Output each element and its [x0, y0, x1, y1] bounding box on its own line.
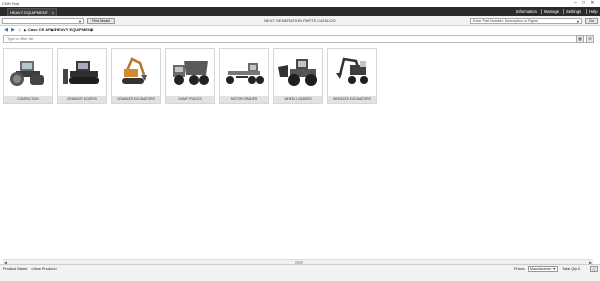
- menu-settings[interactable]: Settings: [566, 7, 581, 16]
- menu-help[interactable]: Help: [589, 7, 598, 16]
- crawler-dozer-icon: [63, 61, 99, 84]
- menu-manage[interactable]: Manage: [544, 7, 559, 16]
- filter-placeholder: Type to filter list: [7, 37, 34, 41]
- category-card-crawler-excavators[interactable]: CRAWLER EXCAVATORS: [111, 48, 161, 104]
- menu-information[interactable]: Information: [516, 7, 537, 16]
- back-icon[interactable]: ◀: [3, 27, 9, 33]
- search-go-button[interactable]: Go: [585, 18, 598, 24]
- category-label: MOTOR GRADER: [220, 96, 268, 103]
- maximize-icon[interactable]: □: [580, 0, 587, 7]
- roller-compactor-icon: [10, 61, 44, 86]
- breadcrumb-item-heavy-equipment[interactable]: HEAVY EQUIPMENT: [55, 26, 93, 34]
- minimize-icon[interactable]: –: [572, 0, 579, 7]
- category-label: WHEELED EXCAVATORS: [328, 96, 376, 103]
- category-card-wheel-loaders[interactable]: WHEEL LOADERS: [273, 48, 323, 104]
- close-window-icon[interactable]: ✕: [589, 0, 596, 7]
- home-icon[interactable]: ⌂: [17, 27, 23, 33]
- breadcrumb: ◀ ▶ ⌂ ▶ Case CE APAC ▶ HEAVY EQUIPMENT ▶: [0, 26, 600, 34]
- category-label: WHEEL LOADERS: [274, 96, 322, 103]
- category-gallery: COMPACTION CRAWLER DOZERS CRAWLER EXCAVA…: [3, 48, 593, 108]
- filter-input[interactable]: Type to filter list: [3, 35, 590, 43]
- prices-select-value: Manufacturer: [530, 267, 552, 271]
- motor-grader-icon: [226, 63, 264, 84]
- wheel-loader-icon: [278, 59, 317, 86]
- tab-label: HEAVY EQUIPMENT: [10, 10, 49, 15]
- search-placeholder: Enter Part Number, Description or Figure: [473, 19, 539, 23]
- part-search-input[interactable]: Enter Part Number, Description or Figure…: [470, 18, 582, 24]
- chevron-down-icon: ▼: [576, 19, 580, 24]
- prices-select[interactable]: Manufacturer ▼: [528, 266, 558, 272]
- category-card-motor-grader[interactable]: MOTOR GRADER: [219, 48, 269, 104]
- product-name-label: Product Name: [3, 267, 28, 271]
- category-label: CRAWLER EXCAVATORS: [112, 96, 160, 103]
- list-view-button[interactable]: ☰: [586, 35, 594, 43]
- window-titlebar: CNH Hub – □ ✕: [0, 0, 600, 7]
- menu-divider: [563, 9, 564, 14]
- model-select[interactable]: ▼: [2, 18, 84, 24]
- breadcrumb-separator-icon: ▶: [24, 28, 27, 32]
- dump-truck-icon: [173, 61, 209, 85]
- find-model-button[interactable]: Find Model: [87, 18, 115, 24]
- status-bar: Product Name <New Product> Prices Manufa…: [0, 264, 600, 273]
- main-toolbar: ▼ Find Model NEXT GENERATION PARTS CATAL…: [0, 16, 600, 26]
- grid-view-button[interactable]: ▦: [576, 35, 584, 43]
- menu-divider: [586, 9, 587, 14]
- breadcrumb-separator-icon: ▶: [91, 28, 94, 32]
- chevron-down-icon: ▼: [78, 19, 82, 24]
- chevron-down-icon: ▼: [552, 267, 556, 271]
- tab-close-icon[interactable]: x: [52, 9, 54, 16]
- wheeled-excavator-icon: [336, 57, 368, 84]
- breadcrumb-separator-icon: ▶: [51, 28, 54, 32]
- top-menu-bar: HEAVY EQUIPMENT x Information Manage Set…: [0, 7, 600, 16]
- forward-icon[interactable]: ▶: [10, 27, 16, 33]
- category-card-crawler-dozers[interactable]: CRAWLER DOZERS: [57, 48, 107, 104]
- category-card-dump-trucks[interactable]: DUMP TRUCKS: [165, 48, 215, 104]
- product-name-value[interactable]: <New Product>: [31, 265, 57, 273]
- cart-icon[interactable]: 🛒: [590, 266, 598, 272]
- menu-divider: [541, 9, 542, 14]
- crawler-excavator-icon: [122, 57, 147, 84]
- category-label: COMPACTION: [4, 96, 52, 103]
- category-card-compaction[interactable]: COMPACTION: [3, 48, 53, 104]
- category-card-wheeled-excavators[interactable]: WHEELED EXCAVATORS: [327, 48, 377, 104]
- prices-label: Prices: [514, 267, 525, 271]
- category-label: DUMP TRUCKS: [166, 96, 214, 103]
- tab-heavy-equipment[interactable]: HEAVY EQUIPMENT x: [7, 8, 57, 16]
- window-title: CNH Hub: [2, 1, 20, 6]
- category-label: CRAWLER DOZERS: [58, 96, 106, 103]
- total-quantity: Total Qty 0: [562, 267, 581, 271]
- window-bottom-edge: [0, 273, 600, 281]
